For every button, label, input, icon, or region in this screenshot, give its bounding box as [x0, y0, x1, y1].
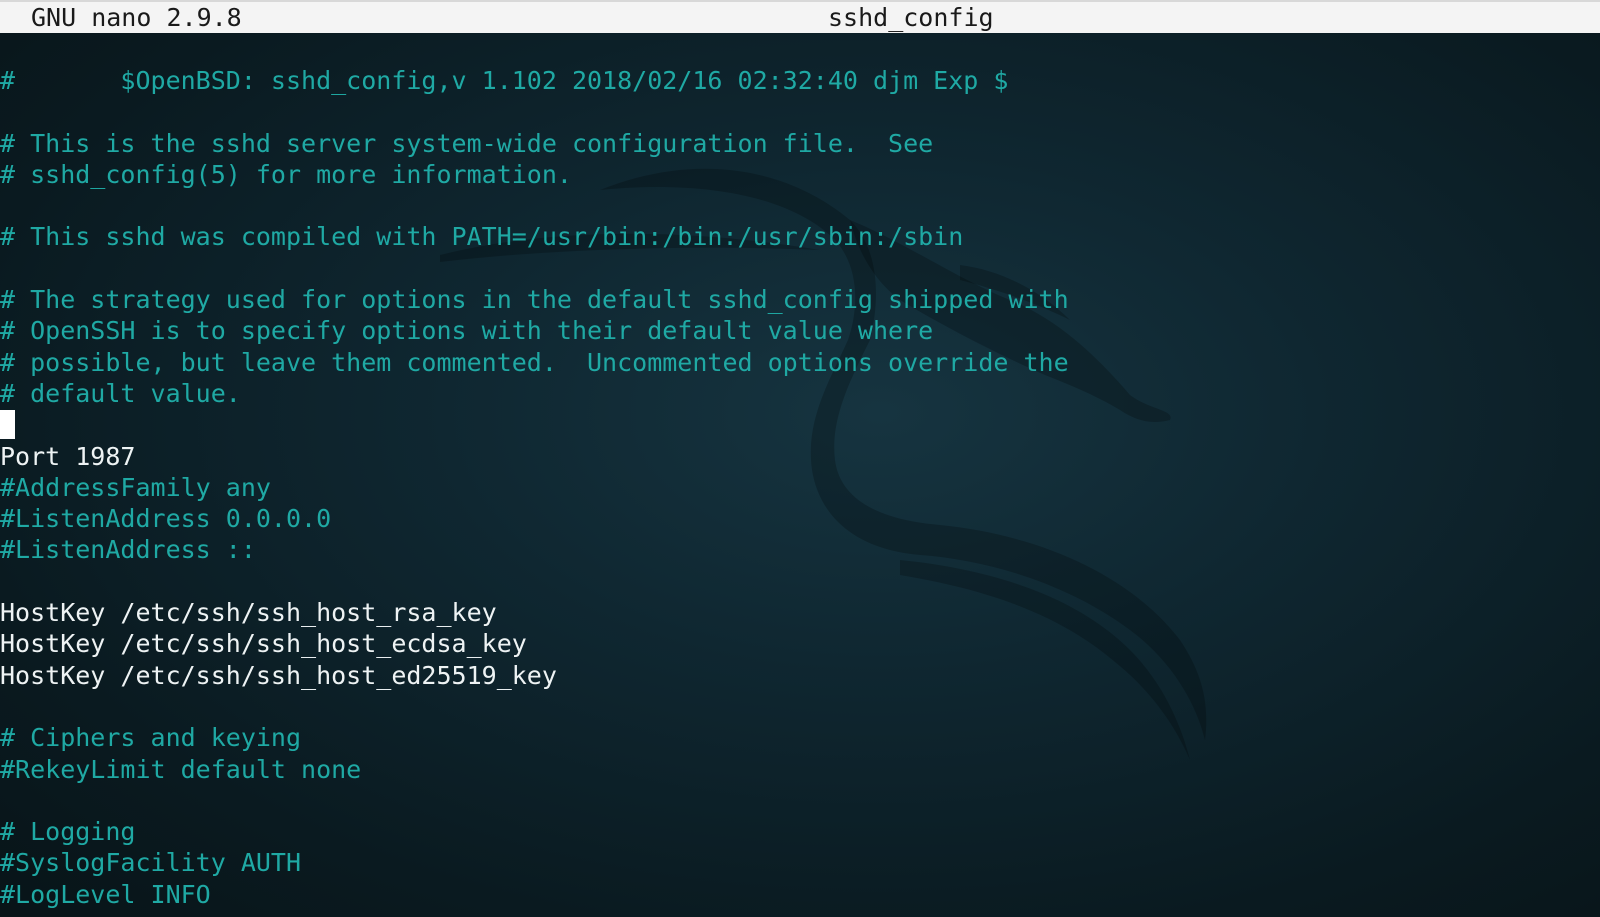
comment-line: # Logging	[0, 817, 136, 847]
blank-line	[0, 409, 1600, 440]
comment-line: #LogLevel INFO	[0, 879, 211, 909]
comment-line: # possible, but leave them commented. Un…	[0, 347, 1069, 377]
comment-line: # This sshd was compiled with PATH=/usr/…	[0, 222, 964, 252]
config-directive-line: HostKey /etc/ssh/ssh_host_ed25519_key	[0, 660, 557, 690]
config-directive-line: HostKey /etc/ssh/ssh_host_ecdsa_key	[0, 629, 527, 659]
text-cursor	[0, 410, 15, 440]
config-directive-line: HostKey /etc/ssh/ssh_host_rsa_key	[0, 598, 497, 628]
comment-line: #ListenAddress 0.0.0.0	[0, 504, 332, 534]
comment-line: # default value.	[0, 378, 241, 408]
comment-line: #ListenAddress ::	[0, 535, 256, 565]
comment-line: #SyslogFacility AUTH	[0, 848, 302, 878]
comment-line: # sshd_config(5) for more information.	[0, 159, 572, 189]
editor-text-area[interactable]: # $OpenBSD: sshd_config,v 1.102 2018/02/…	[0, 65, 1600, 910]
comment-line: # This is the sshd server system-wide co…	[0, 128, 934, 158]
nano-title-bar: GNU nano 2.9.8 sshd_config	[0, 0, 1600, 33]
terminal-window[interactable]: GNU nano 2.9.8 sshd_config # $OpenBSD: s…	[0, 0, 1600, 917]
comment-line: # Ciphers and keying	[0, 723, 302, 753]
config-directive-line: Port 1987	[0, 441, 136, 471]
editor-version-label: GNU nano 2.9.8	[31, 3, 242, 32]
file-name-label: sshd_config	[828, 3, 994, 32]
comment-line: # The strategy used for options in the d…	[0, 285, 1069, 315]
comment-line: #AddressFamily any	[0, 472, 271, 502]
comment-line: # OpenSSH is to specify options with the…	[0, 316, 934, 346]
comment-line: # $OpenBSD: sshd_config,v 1.102 2018/02/…	[0, 66, 1009, 95]
comment-line: #RekeyLimit default none	[0, 754, 362, 784]
